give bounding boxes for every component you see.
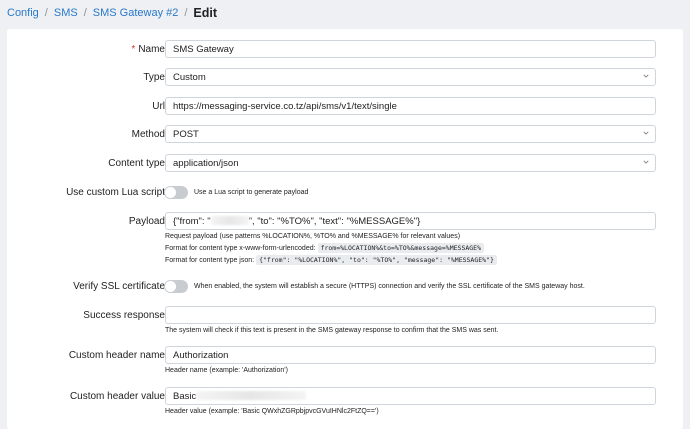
- header-name-label: Custom header name: [68, 350, 165, 361]
- redacted-blur: [210, 216, 249, 225]
- content-type-select-value: application/json: [173, 158, 239, 169]
- method-select-value: POST: [173, 129, 199, 140]
- lua-description: Use a Lua script to generate payload: [194, 189, 309, 196]
- page-title: Edit: [193, 6, 218, 20]
- redacted-blur: [196, 391, 307, 400]
- toggle-knob: [165, 281, 176, 292]
- name-label-text: Name: [138, 44, 165, 55]
- breadcrumb-config[interactable]: Config: [7, 7, 39, 19]
- chevron-down-icon: [643, 131, 649, 135]
- header-value-input[interactable]: Basic: [165, 387, 656, 405]
- toggle-knob: [165, 187, 176, 198]
- payload-help-json: Format for content type json: {"from": "%…: [165, 255, 497, 265]
- breadcrumb-separator: /: [184, 7, 188, 19]
- chevron-down-icon: [643, 160, 649, 164]
- content-type-select[interactable]: application/json: [165, 154, 656, 172]
- success-help: The system will check if this text is pr…: [165, 327, 499, 334]
- method-select[interactable]: POST: [165, 125, 656, 143]
- payload-input[interactable]: {"from": " ", "to": "%TO%", "text": "%MES…: [165, 212, 656, 230]
- json-format-label: Format for content type json:: [165, 257, 255, 264]
- url-label: Url: [152, 101, 165, 112]
- type-label: Type: [143, 72, 165, 83]
- chevron-down-icon: [643, 74, 649, 78]
- payload-label: Payload: [128, 216, 165, 227]
- breadcrumb-separator: /: [83, 7, 87, 19]
- type-select[interactable]: Custom: [165, 68, 656, 86]
- breadcrumb-separator: /: [44, 7, 48, 19]
- json-format-code: {"from": "%LOCATION%", "to": "%TO%", "me…: [256, 255, 497, 265]
- ssl-toggle[interactable]: [164, 280, 188, 293]
- success-input[interactable]: [165, 306, 656, 324]
- header-name-help: Header name (example: 'Authorization'): [165, 367, 288, 374]
- payload-help-urlencoded: Format for content type x-www-form-urlen…: [165, 243, 485, 253]
- header-name-input[interactable]: Authorization: [165, 346, 656, 364]
- header-value-prefix: Basic: [173, 391, 197, 402]
- method-label: Method: [131, 129, 165, 140]
- breadcrumb-sms-gateway[interactable]: SMS Gateway #2: [93, 7, 179, 19]
- type-select-value: Custom: [173, 72, 206, 83]
- payload-prefix: {"from": ": [173, 216, 211, 227]
- lua-label: Use custom Lua script: [66, 187, 165, 198]
- lua-toggle[interactable]: [164, 186, 188, 199]
- urlencoded-format-code: from=%LOCATION%&to=%TO%&message=%MESSAGE…: [317, 243, 485, 253]
- url-input[interactable]: https://messaging-service.co.tz/api/sms/…: [165, 97, 656, 115]
- name-input[interactable]: SMS Gateway: [165, 40, 656, 58]
- required-mark: *: [131, 44, 136, 55]
- urlencoded-format-label: Format for content type x-www-form-urlen…: [165, 245, 316, 252]
- header-value-help: Header value (example: 'Basic QWxhZGRpbj…: [165, 408, 379, 415]
- ssl-label: Verify SSL certificate: [73, 281, 165, 292]
- breadcrumb: Config / SMS / SMS Gateway #2 / Edit: [7, 3, 217, 23]
- success-label: Success response: [83, 310, 165, 321]
- ssl-description: When enabled, the system will establish …: [194, 283, 585, 290]
- header-value-label: Custom header value: [69, 391, 165, 402]
- payload-suffix: ", "to": "%TO%", "text": "%MESSAGE%"}: [248, 216, 421, 227]
- content-type-label: Content type: [108, 158, 165, 169]
- form-card: * Name SMS Gateway Type Custom Url https:…: [7, 29, 683, 429]
- payload-help: Request payload (use patterns %LOCATION%…: [165, 233, 461, 240]
- name-label: * Name: [131, 44, 165, 55]
- breadcrumb-sms[interactable]: SMS: [54, 7, 78, 19]
